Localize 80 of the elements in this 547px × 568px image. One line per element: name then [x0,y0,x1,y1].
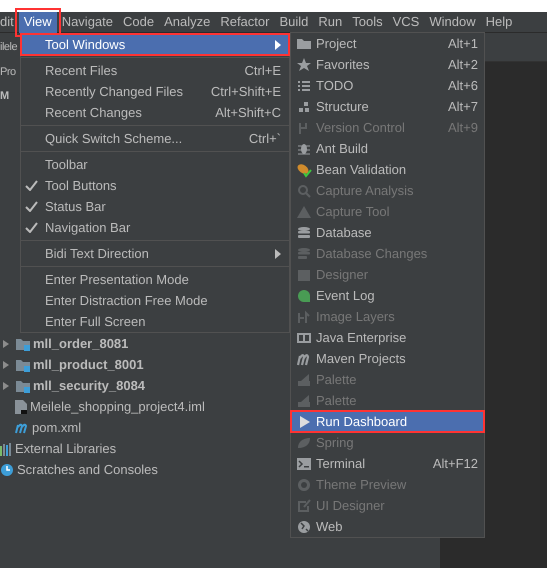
menu-item: Spring [291,432,484,453]
menu-item[interactable]: Enter Presentation Mode [21,269,289,290]
menu-item[interactable]: Tool Buttons [21,175,289,196]
menu-item[interactable]: Toolbar [21,154,289,175]
menu-item[interactable]: Recent Changes Alt+Shift+C [21,102,289,123]
menu-item[interactable]: Favorites Alt+2 [291,54,484,75]
menu-item[interactable]: Navigate [56,12,118,32]
palette-icon [296,392,312,408]
menu-item[interactable]: Recent Files Ctrl+E [21,60,289,81]
menu-item[interactable]: Refactor [215,12,274,32]
menu-item[interactable]: Enter Distraction Free Mode [21,290,289,311]
menu-item[interactable]: Ant Build [291,138,484,159]
bars-icon [0,442,12,456]
tree-item[interactable]: mll_security_8084 [33,376,146,396]
menu-item[interactable]: Code [118,12,160,32]
database-icon [296,246,312,262]
warning-icon [296,204,312,220]
menu-item[interactable]: Build [274,12,314,32]
menu-item[interactable]: Run Dashboard [291,411,484,432]
menu-item: Database Changes [291,243,484,264]
panel-text: M [0,89,9,104]
tree-item[interactable]: Scratches and Consoles [17,460,158,480]
menu-item[interactable]: Terminal Alt+F12 [291,453,484,474]
menu-item[interactable]: Tools [347,12,388,32]
menu-item[interactable]: View [18,12,57,32]
menu-item[interactable]: Help [480,12,518,32]
database-icon [296,224,312,240]
panel-text: Pro [0,64,16,80]
menu-item[interactable]: Run [313,12,348,32]
menu-item[interactable]: Event Log [291,285,484,306]
menu-item[interactable]: Web [291,516,484,537]
menu-item[interactable]: Analyze [159,12,216,32]
menu-item[interactable]: dit [0,12,19,32]
layers-icon [296,308,312,324]
speech-bubble-icon [296,288,312,304]
circle-icon [296,476,312,492]
menu-item: UI Designer [291,495,484,516]
globe-icon [296,518,312,534]
terminal-icon [296,456,312,472]
menu-item: Theme Preview [291,474,484,495]
palette-icon [296,372,312,388]
tree-item[interactable]: pom.xml [32,418,82,438]
edit-icon [296,498,312,514]
search-icon [296,182,312,198]
menu-item[interactable]: Navigation Bar [21,217,289,238]
menu-item: Capture Tool [291,201,484,222]
module-folder-icon [16,336,30,350]
module-folder-icon [16,358,30,372]
menu-item: Palette [291,369,484,390]
module-folder-icon [16,378,30,392]
menu-item[interactable]: Maven Projects [291,348,484,369]
maven-icon [15,420,29,434]
menu-item: Image Layers [291,306,484,327]
menu-item[interactable]: Java Enterprise [291,327,484,348]
file-icon [15,400,27,414]
menu-item[interactable]: Bidi Text Direction [21,243,289,264]
menu-item: Designer [291,264,484,285]
tree-item[interactable]: External Libraries [15,438,116,458]
menu-item[interactable]: TODO Alt+6 [291,75,484,96]
menu-item: Version Control Alt+9 [291,117,484,138]
menu-item[interactable]: Enter Full Screen [21,311,289,332]
menu-item[interactable]: Recently Changed Files Ctrl+Shift+E [21,81,289,102]
menu-item[interactable]: VCS [388,12,424,32]
menu-item[interactable]: Quick Switch Scheme... Ctrl+` [21,128,289,149]
menu-item[interactable]: Tool Windows [21,34,289,55]
menu-item[interactable]: Project Alt+1 [291,33,484,54]
bean-check-icon [296,162,312,178]
star-icon [296,56,312,72]
menu-item[interactable]: Database [291,222,484,243]
menu-item[interactable]: Window [424,12,481,32]
menu-item[interactable]: Status Bar [21,196,289,217]
tree-item[interactable]: mll_product_8001 [33,354,144,374]
clock-icon [0,462,14,476]
tree-item[interactable]: mll_order_8081 [33,334,128,354]
menu-item: Capture Analysis [291,180,484,201]
menu-item[interactable]: Bean Validation [291,159,484,180]
tree-item[interactable]: Meilele_shopping_project4.iml [30,396,205,416]
panel-text: ilele [0,40,18,55]
menu-item[interactable]: Structure Alt+7 [291,96,484,117]
menu-item: Palette [291,390,484,411]
